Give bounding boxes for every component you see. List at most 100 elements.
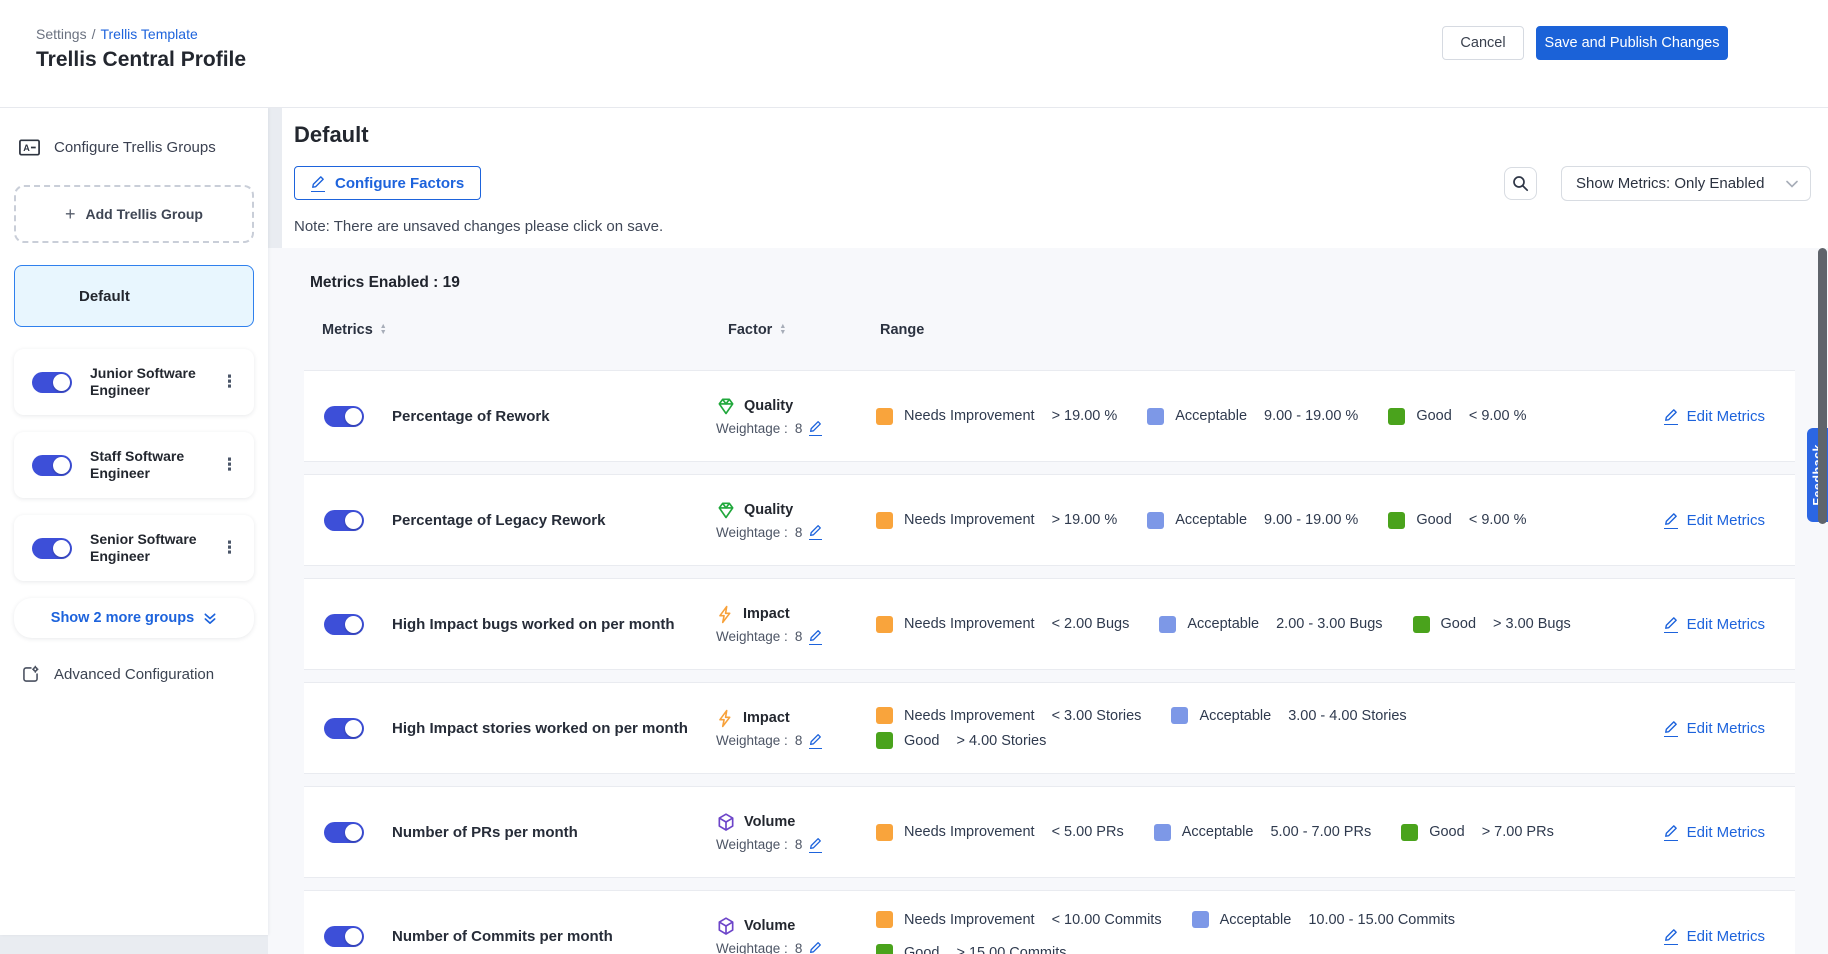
sidebar-item-default[interactable]: Default [14,265,254,327]
table-column-headers: Metrics ▲▼ Factor ▲▼ Range [304,322,1795,344]
range-value: < 5.00 PRs [1052,824,1124,840]
factor-name: Impact [743,606,790,622]
metric-enabled-toggle[interactable] [324,718,364,739]
edit-metrics-button[interactable]: Edit Metrics [1664,720,1765,737]
edit-metrics-label: Edit Metrics [1687,408,1765,425]
range-item: Good> 15.00 Commits [876,944,1067,954]
range-label: Good [1416,512,1451,528]
kebab-menu-icon[interactable]: ⋮ [215,368,244,396]
metric-name: Percentage of Rework [364,408,716,425]
cancel-button[interactable]: Cancel [1442,26,1524,60]
metric-enabled-toggle[interactable] [324,406,364,427]
advanced-configuration-label: Advanced Configuration [54,666,214,683]
range-color-swatch [876,911,893,928]
factor-name: Volume [744,814,795,830]
column-header-metrics[interactable]: Metrics ▲▼ [322,322,387,338]
range-value: 5.00 - 7.00 PRs [1270,824,1371,840]
range-color-swatch [876,824,893,841]
range-item: Needs Improvement < 5.00 PRs [876,824,1124,841]
edit-metrics-button[interactable]: Edit Metrics [1664,512,1765,529]
range-value: < 3.00 Stories [1052,708,1142,724]
edit-weightage-pencil-icon[interactable] [809,629,822,645]
edit-weightage-pencil-icon[interactable] [809,837,822,853]
weightage-prefix: Weightage : [716,941,788,954]
range-label: Good [904,945,939,954]
range-label: Needs Improvement [904,616,1035,632]
range-value: 9.00 - 19.00 % [1264,512,1358,528]
range-value: < 9.00 % [1469,408,1527,424]
weightage-value: 8 [795,733,803,748]
configure-factors-button[interactable]: Configure Factors [294,166,481,200]
vertical-scrollbar-thumb[interactable] [1818,248,1827,524]
range-value: > 3.00 Bugs [1493,616,1571,632]
edit-pencil-icon [1664,408,1678,425]
factor-block: Quality Weightage : 8 [716,396,876,436]
range-list: Needs Improvement< 2.00 Bugs Acceptable2.… [876,616,1582,633]
column-header-factor[interactable]: Factor ▲▼ [728,322,786,338]
edit-pencil-icon [1664,720,1678,737]
edit-weightage-pencil-icon[interactable] [809,733,822,749]
breadcrumb-trellis-template[interactable]: Trellis Template [100,26,197,42]
range-list: Needs Improvement< 5.00 PRsAcceptable5.0… [876,824,1582,841]
search-button[interactable] [1504,167,1537,200]
edit-metrics-button[interactable]: Edit Metrics [1664,616,1765,633]
volume-cube-icon [716,916,736,937]
metric-enabled-toggle[interactable] [324,822,364,843]
save-and-publish-button[interactable]: Save and Publish Changes [1536,26,1728,60]
sidebar-group-card[interactable]: Senior Software Engineer ⋮ [14,515,254,581]
metric-name: Percentage of Legacy Rework [364,512,716,529]
range-label: Needs Improvement [904,408,1035,424]
metrics-enabled-count: Metrics Enabled : 19 [310,274,1828,292]
range-value: 3.00 - 4.00 Stories [1288,708,1407,724]
range-label: Acceptable [1175,408,1247,424]
edit-pencil-icon [1664,512,1678,529]
metric-name: High Impact stories worked on per month [364,720,716,737]
range-color-swatch [1192,911,1209,928]
range-label: Needs Improvement [904,512,1035,528]
range-item: Acceptable9.00 - 19.00 % [1147,408,1358,425]
factor-column-label: Factor [728,322,772,338]
group-enabled-toggle[interactable] [32,455,72,476]
metric-enabled-toggle[interactable] [324,614,364,635]
range-value: > 19.00 % [1052,512,1118,528]
edit-weightage-pencil-icon[interactable] [809,420,822,436]
range-color-swatch [1401,824,1418,841]
edit-metrics-button[interactable]: Edit Metrics [1664,408,1765,425]
metric-rows: Percentage of Rework [304,370,1795,954]
range-value: > 7.00 PRs [1482,824,1554,840]
advanced-configuration-button[interactable]: Advanced Configuration [20,664,254,685]
quality-gem-icon [716,396,736,416]
edit-weightage-pencil-icon[interactable] [809,524,822,540]
range-color-swatch [876,408,893,425]
metric-enabled-toggle[interactable] [324,926,364,947]
range-item: Acceptable2.00 - 3.00 Bugs [1159,616,1382,633]
edit-pencil-icon [1664,824,1678,841]
default-group-label: Default [79,288,130,305]
breadcrumb-settings[interactable]: Settings [36,26,87,42]
sidebar-group-card[interactable]: Junior Software Engineer ⋮ [14,349,254,415]
range-label: Needs Improvement [904,912,1035,928]
show-metrics-dropdown[interactable]: Show Metrics: Only Enabled [1561,166,1811,201]
metric-enabled-toggle[interactable] [324,510,364,531]
range-color-swatch [876,512,893,529]
range-item: Good< 9.00 % [1388,408,1526,425]
chevron-down-icon [1786,180,1798,188]
edit-metrics-button[interactable]: Edit Metrics [1664,824,1765,841]
edit-pencil-icon [1664,928,1678,945]
group-enabled-toggle[interactable] [32,538,72,559]
edit-weightage-pencil-icon[interactable] [809,941,822,954]
group-list: Junior Software Engineer ⋮ Staff Softwar… [14,349,254,581]
show-metrics-value: Show Metrics: Only Enabled [1576,175,1764,192]
kebab-menu-icon[interactable]: ⋮ [215,451,244,479]
group-label: Staff Software Engineer [90,448,215,483]
sidebar-group-card[interactable]: Staff Software Engineer ⋮ [14,432,254,498]
range-list: Needs Improvement> 19.00 %Acceptable9.00… [876,408,1582,425]
range-item: Good> 4.00 Stories [876,732,1046,749]
kebab-menu-icon[interactable]: ⋮ [215,534,244,562]
range-label: Needs Improvement [904,824,1035,840]
show-more-groups-button[interactable]: Show 2 more groups [14,598,254,638]
edit-metrics-button[interactable]: Edit Metrics [1664,928,1765,945]
range-item: Needs Improvement< 2.00 Bugs [876,616,1129,633]
group-enabled-toggle[interactable] [32,372,72,393]
add-trellis-group-button[interactable]: + Add Trellis Group [14,185,254,243]
